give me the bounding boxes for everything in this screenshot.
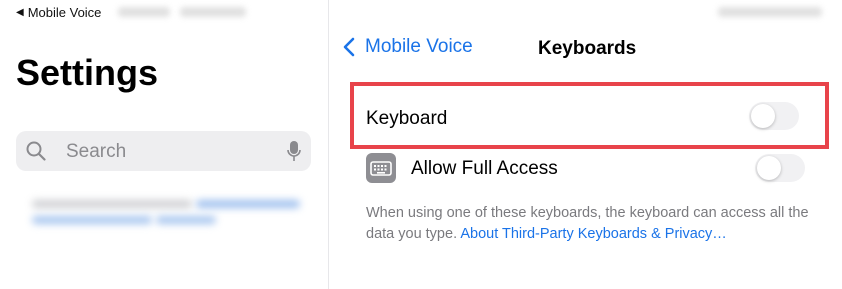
page-title: Settings — [16, 52, 159, 93]
nav-title: Keyboards — [538, 38, 637, 59]
status-back-to-app[interactable]: ◀ Mobile Voice — [16, 5, 101, 20]
status-indicators-blurred — [718, 7, 822, 17]
microphone-icon[interactable] — [287, 140, 301, 162]
toggle-knob — [751, 104, 775, 128]
keyboard-icon — [366, 153, 396, 183]
blurred-link — [156, 216, 216, 224]
privacy-link[interactable]: About Third-Party Keyboards & Privacy… — [460, 226, 726, 242]
search-icon — [26, 141, 46, 161]
back-button-label: Mobile Voice — [365, 36, 473, 57]
keyboard-toggle[interactable] — [749, 102, 799, 130]
detail-pane: Mobile Voice Keyboards Keyboard Allow Fu… — [329, 26, 842, 289]
chevron-left-icon — [343, 37, 355, 57]
status-time-blurred — [118, 7, 170, 17]
status-date-blurred — [180, 7, 246, 17]
status-back-app-label: Mobile Voice — [27, 5, 102, 20]
status-bar: ◀ Mobile Voice — [0, 0, 842, 26]
blurred-link — [32, 216, 152, 224]
blurred-text — [32, 200, 192, 208]
full-access-row-label: Allow Full Access — [411, 158, 558, 179]
keyboard-row-label: Keyboard — [366, 108, 448, 129]
toggle-knob — [757, 156, 781, 180]
back-triangle-icon: ◀ — [16, 7, 24, 18]
full-access-toggle[interactable] — [755, 154, 805, 182]
back-button[interactable]: Mobile Voice — [343, 36, 473, 58]
search-placeholder: Search — [66, 141, 127, 162]
search-field[interactable]: Search — [16, 131, 311, 171]
footer-note: When using one of these keyboards, the k… — [366, 203, 816, 245]
blurred-link — [196, 200, 300, 208]
